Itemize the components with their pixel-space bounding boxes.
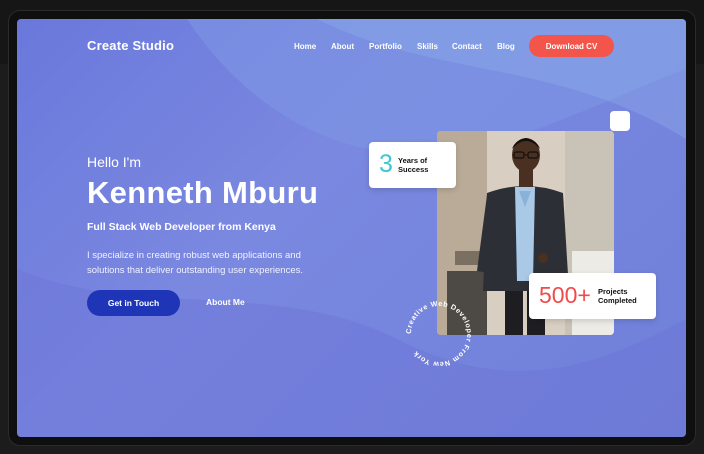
portfolio-site: Create Studio Home About Portfolio Skill…	[17, 19, 686, 437]
nav-link-about[interactable]: About	[331, 42, 354, 51]
circular-text-badge: Creative Web Developer From New York	[404, 299, 474, 369]
download-cv-button[interactable]: Download CV	[529, 35, 614, 57]
projects-completed-card: 500+ Projects Completed	[529, 273, 656, 319]
hero-name: Kenneth Mburu	[87, 175, 319, 210]
years-value: 3	[379, 150, 393, 178]
nav-link-contact[interactable]: Contact	[452, 42, 482, 51]
years-label: Years of Success	[398, 156, 429, 174]
projects-value: 500+	[539, 282, 591, 308]
hero-greeting: Hello I'm	[87, 154, 142, 170]
decorative-square	[610, 111, 630, 131]
circular-badge-text: Creative Web Developer From New York	[404, 299, 473, 369]
hero-role: Full Stack Web Developer from Kenya	[87, 221, 276, 233]
nav-link-skills[interactable]: Skills	[417, 42, 438, 51]
get-in-touch-button[interactable]: Get in Touch	[87, 290, 180, 316]
nav-link-home[interactable]: Home	[294, 42, 316, 51]
about-me-link[interactable]: About Me	[206, 297, 245, 307]
top-navigation: Create Studio Home About Portfolio Skill…	[17, 19, 686, 75]
brand-logo[interactable]: Create Studio	[87, 38, 174, 53]
years-of-success-card: 3 Years of Success	[369, 142, 456, 188]
nav-link-portfolio[interactable]: Portfolio	[369, 42, 402, 51]
svg-text:Creative Web Developer From Ne: Creative Web Developer From New York	[404, 299, 474, 369]
hero-description: I specialize in creating robust web appl…	[87, 250, 303, 276]
projects-label: Projects Completed	[598, 287, 637, 305]
nav-link-blog[interactable]: Blog	[497, 42, 515, 51]
